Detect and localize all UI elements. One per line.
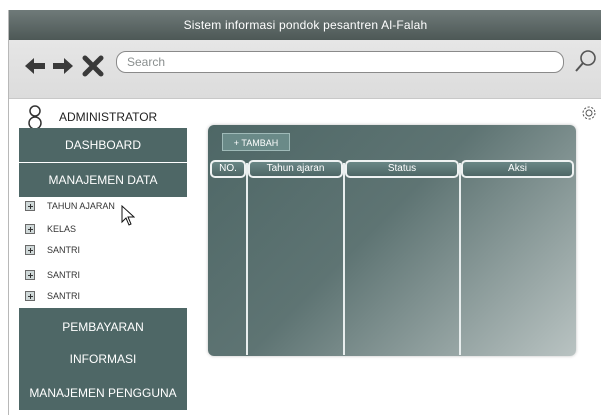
- table-column-status: [343, 163, 461, 355]
- add-button[interactable]: + TAMBAH: [222, 133, 290, 151]
- data-table-panel: + TAMBAH NO. Tahun ajaran Status Aksi: [208, 125, 576, 356]
- arrow-right-icon[interactable]: [51, 54, 75, 78]
- sidebar-item-manajemen-data[interactable]: MANAJEMEN DATA: [19, 163, 187, 197]
- magnifier-icon[interactable]: [573, 48, 599, 74]
- arrow-left-icon[interactable]: [23, 54, 47, 78]
- close-icon[interactable]: [81, 54, 105, 78]
- toolbar: [9, 40, 601, 99]
- user-role-label: ADMINISTRATOR: [59, 110, 158, 124]
- app-window: Sistem informasi pondok pesantren Al-Fal…: [8, 10, 601, 415]
- gear-icon[interactable]: [580, 104, 598, 127]
- table-column-no: [208, 163, 248, 355]
- sidebar-item-informasi[interactable]: INFORMASI: [19, 342, 187, 376]
- expand-icon[interactable]: [25, 291, 35, 301]
- tree-item-santri[interactable]: SANTRI: [25, 288, 80, 304]
- sidebar-item-pembayaran[interactable]: PEMBAYARAN: [19, 308, 187, 346]
- tree-item-label: SANTRI: [47, 245, 81, 255]
- table-column-aksi: [459, 163, 576, 355]
- sidebar-item-manajemen-pengguna[interactable]: MANAJEMEN PENGGUNA: [19, 376, 187, 410]
- column-header-aksi[interactable]: Aksi: [461, 160, 574, 178]
- tree-item-santri[interactable]: SANTRI: [25, 267, 80, 283]
- column-header-no[interactable]: NO.: [210, 160, 246, 178]
- mouse-cursor-icon: [121, 204, 136, 232]
- search-input[interactable]: [116, 51, 564, 73]
- tree-item-label: SANTRI: [47, 270, 81, 280]
- expand-icon[interactable]: [25, 224, 35, 234]
- tree-item-santri[interactable]: SANTRI: [25, 242, 80, 258]
- column-header-status[interactable]: Status: [345, 160, 459, 178]
- column-header-tahun-ajaran[interactable]: Tahun ajaran: [248, 160, 343, 178]
- window-title: Sistem informasi pondok pesantren Al-Fal…: [9, 10, 601, 40]
- tree-item-label: KELAS: [47, 224, 77, 234]
- expand-icon[interactable]: [25, 201, 35, 211]
- tree-item-kelas[interactable]: KELAS: [25, 221, 76, 237]
- expand-icon[interactable]: [25, 245, 35, 255]
- tree-item-label: TAHUN AJARAN: [47, 201, 115, 211]
- sidebar-item-dashboard[interactable]: DASHBOARD: [19, 128, 187, 162]
- table-column-tahun-ajaran: [246, 163, 345, 355]
- tree-item-label: SANTRI: [47, 291, 81, 301]
- tree-item-tahun-ajaran[interactable]: TAHUN AJARAN: [25, 198, 115, 214]
- expand-icon[interactable]: [25, 270, 35, 280]
